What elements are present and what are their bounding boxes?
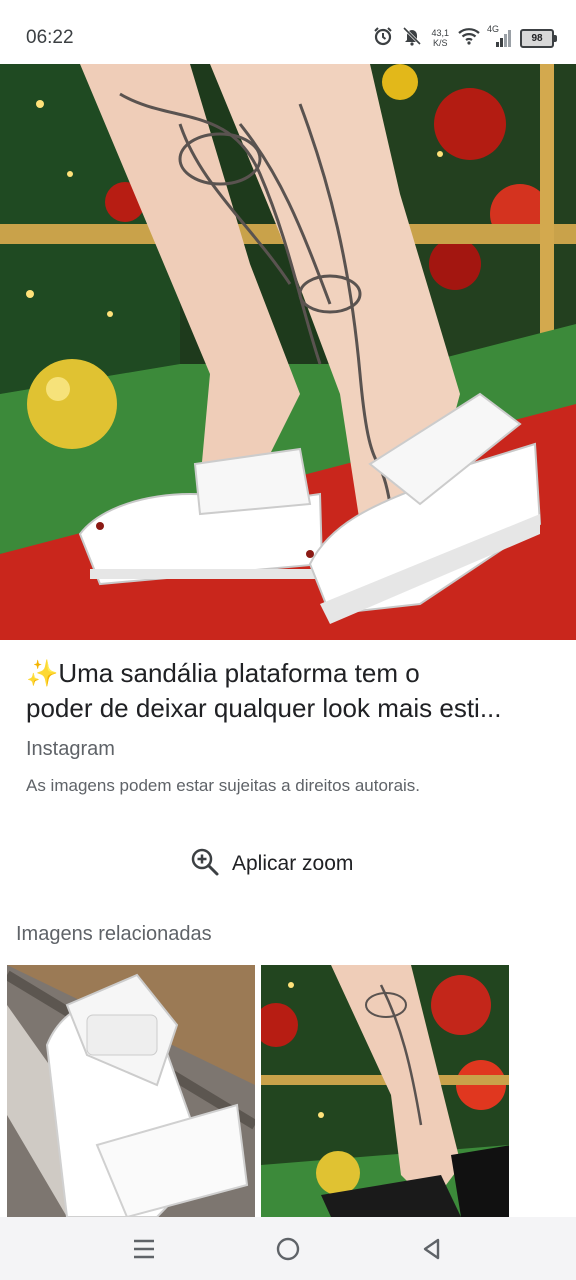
image-caption[interactable]: ✨Uma sandália plataforma tem o poder de … xyxy=(26,656,556,726)
signal-icon: 4G xyxy=(487,24,511,48)
status-bar: 06:22 43,1 K/S 4G 98 xyxy=(0,0,576,64)
alarm-icon xyxy=(373,26,393,51)
zoom-in-icon xyxy=(190,847,220,882)
caption-line-2: poder de deixar qualquer look mais esti.… xyxy=(26,693,502,723)
system-nav-bar xyxy=(0,1217,576,1280)
network-type: 4G xyxy=(487,24,500,34)
menu-icon[interactable] xyxy=(124,1231,164,1267)
related-image-2[interactable] xyxy=(261,965,509,1217)
net-speed: 43,1 K/S xyxy=(431,28,449,48)
wifi-icon xyxy=(458,27,480,50)
image-source[interactable]: Instagram xyxy=(26,738,115,761)
apply-zoom-label: Aplicar zoom xyxy=(232,852,354,875)
status-time: 06:22 xyxy=(26,27,74,48)
apply-zoom-button[interactable]: Aplicar zoom xyxy=(190,838,386,890)
copyright-notice: As imagens podem estar sujeitas a direit… xyxy=(26,776,421,795)
home-icon[interactable] xyxy=(268,1231,308,1267)
caption-line-1: ✨Uma sandália plataforma tem o xyxy=(26,658,420,688)
status-icons: 43,1 K/S 4G 98 xyxy=(373,24,557,52)
related-images-title: Imagens relacionadas xyxy=(16,923,212,945)
hero-image[interactable] xyxy=(0,64,576,640)
net-speed-unit: K/S xyxy=(432,38,448,48)
battery-icon: 98 xyxy=(520,28,557,48)
back-icon[interactable] xyxy=(412,1231,452,1267)
mute-bell-icon xyxy=(402,26,422,51)
related-image-1[interactable] xyxy=(7,965,255,1217)
net-speed-value: 43,1 xyxy=(431,28,449,38)
